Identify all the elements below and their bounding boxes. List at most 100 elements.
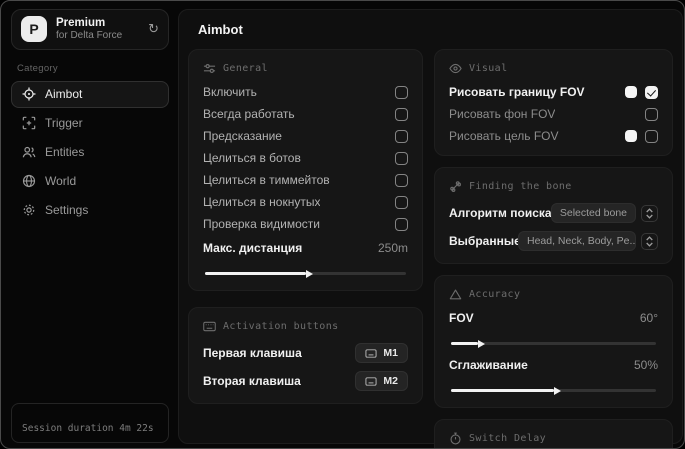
keybind-button-primary[interactable]: M1 bbox=[355, 343, 408, 363]
sidebar-item-label: Entities bbox=[45, 145, 85, 160]
setting-row-target-knocked: Целиться в нокнутых bbox=[203, 195, 408, 209]
setting-label: Включить bbox=[203, 85, 257, 99]
card-switch-delay: Switch Delay Задержка переключения Задер… bbox=[434, 419, 673, 448]
keybind-button-secondary[interactable]: M2 bbox=[355, 371, 408, 391]
fov-slider[interactable] bbox=[451, 342, 656, 345]
sidebar-item-trigger[interactable]: Trigger bbox=[11, 110, 169, 137]
keybind-row-secondary: Вторая клавиша M2 bbox=[203, 371, 408, 391]
keybind-value: M2 bbox=[383, 375, 398, 387]
chevron-up-down-icon[interactable] bbox=[641, 232, 658, 250]
eye-icon bbox=[449, 63, 462, 74]
card-general-title: General bbox=[223, 63, 268, 74]
checkbox-target-teammates[interactable] bbox=[395, 173, 408, 187]
sidebar-item-entities[interactable]: Entities bbox=[11, 139, 169, 166]
selected-bones-dropdown[interactable]: Head, Neck, Body, Pe... bbox=[518, 231, 636, 251]
max-distance-value: 250m bbox=[377, 241, 408, 255]
card-finding-bone: Finding the bone Алгоритм поиска кост Se… bbox=[434, 167, 673, 264]
setting-row-smoothing: Сглаживание 50% bbox=[449, 358, 658, 372]
gear-icon bbox=[23, 205, 35, 216]
triangle-icon bbox=[449, 289, 462, 300]
sidebar-item-label: Trigger bbox=[45, 116, 83, 131]
checkbox-draw-fov-target[interactable] bbox=[645, 129, 658, 143]
card-switch-delay-title: Switch Delay bbox=[469, 433, 547, 444]
card-activation-buttons: Activation buttons Первая клавиша M1 Вто… bbox=[188, 307, 423, 404]
keyboard-icon bbox=[203, 321, 216, 332]
main-panel: Aimbot General Включить Всегда работать … bbox=[178, 9, 683, 448]
sidebar-item-label: Aimbot bbox=[45, 87, 83, 102]
keybind-label: Вторая клавиша bbox=[203, 374, 301, 388]
keyboard-icon bbox=[365, 376, 377, 386]
checkbox-target-bots[interactable] bbox=[395, 151, 408, 165]
fov-value: 60° bbox=[639, 311, 658, 325]
card-switch-delay-header: Switch Delay bbox=[449, 432, 658, 445]
bone-icon bbox=[450, 181, 461, 192]
color-swatch[interactable] bbox=[625, 130, 637, 142]
bone-algorithm-dropdown[interactable]: Selected bone bbox=[550, 203, 636, 223]
keybind-label: Первая клавиша bbox=[203, 346, 302, 360]
checkbox-visibility-check[interactable] bbox=[395, 217, 408, 231]
setting-label: Всегда работать bbox=[203, 107, 295, 121]
card-general: General Включить Всегда работать Предска… bbox=[188, 49, 423, 291]
keybind-row-primary: Первая клавиша M1 bbox=[203, 343, 408, 363]
max-distance-slider[interactable] bbox=[205, 272, 406, 275]
sidebar-item-label: Settings bbox=[45, 203, 89, 218]
card-accuracy-header: Accuracy bbox=[449, 288, 658, 301]
smoothing-slider[interactable] bbox=[451, 389, 656, 392]
card-finding-bone-header: Finding the bone bbox=[449, 180, 658, 193]
setting-label: Макс. дистанция bbox=[203, 241, 303, 255]
setting-row-max-distance: Макс. дистанция 250m bbox=[203, 241, 408, 255]
setting-row-bone-algorithm: Алгоритм поиска кост Selected bone bbox=[449, 203, 658, 223]
setting-label: Целиться в ботов bbox=[203, 151, 301, 165]
keyboard-icon bbox=[365, 348, 377, 358]
checkbox-prediction[interactable] bbox=[395, 129, 408, 143]
setting-row-target-bots: Целиться в ботов bbox=[203, 151, 408, 165]
checkbox-draw-fov-background[interactable] bbox=[645, 107, 658, 121]
setting-row-always-work: Всегда работать bbox=[203, 107, 408, 121]
sidebar-item-aimbot[interactable]: Aimbot bbox=[11, 80, 169, 108]
card-visual-title: Visual bbox=[469, 63, 508, 74]
app-title: Premium bbox=[56, 17, 106, 29]
setting-label: Проверка видимости bbox=[203, 217, 320, 231]
setting-label: FOV bbox=[449, 311, 474, 325]
setting-label: Рисовать границу FOV bbox=[449, 85, 585, 99]
app-logo: P bbox=[21, 16, 47, 43]
setting-row-prediction: Предсказание bbox=[203, 129, 408, 143]
sidebar-item-settings[interactable]: Settings bbox=[11, 197, 169, 224]
sidebar-item-world[interactable]: World bbox=[11, 168, 169, 195]
card-activation-header: Activation buttons bbox=[203, 320, 408, 333]
checkbox-enable[interactable] bbox=[395, 85, 408, 99]
keybind-value: M1 bbox=[383, 347, 398, 359]
app-subtitle: for Delta Force bbox=[56, 30, 123, 42]
checkbox-always-work[interactable] bbox=[395, 107, 408, 121]
globe-icon bbox=[22, 175, 36, 188]
crosshair-icon bbox=[22, 87, 36, 101]
card-finding-bone-title: Finding the bone bbox=[469, 181, 572, 192]
setting-label: Предсказание bbox=[203, 129, 282, 143]
sliders-icon bbox=[203, 63, 216, 74]
card-accuracy: Accuracy FOV 60° Сглаживание 50% bbox=[434, 275, 673, 408]
setting-label: Выбранные кос bbox=[449, 234, 518, 248]
color-swatch[interactable] bbox=[625, 86, 637, 98]
card-visual-header: Visual bbox=[449, 62, 658, 75]
setting-row-target-teammates: Целиться в тиммейтов bbox=[203, 173, 408, 187]
setting-row-draw-fov-border: Рисовать границу FOV bbox=[449, 85, 658, 99]
sidebar-item-label: World bbox=[45, 174, 77, 189]
sidebar: P Premium for Delta Force ↻ Category Aim… bbox=[1, 1, 177, 448]
setting-label: Целиться в нокнутых bbox=[203, 195, 321, 209]
app-window: P Premium for Delta Force ↻ Category Aim… bbox=[0, 0, 685, 449]
setting-label: Рисовать цель FOV bbox=[449, 129, 559, 143]
setting-label: Алгоритм поиска кост bbox=[449, 206, 551, 220]
focus-icon bbox=[22, 117, 36, 130]
session-duration-text: Session duration 4m 22s bbox=[22, 423, 154, 434]
chevron-up-down-icon[interactable] bbox=[641, 204, 658, 222]
setting-row-visibility-check: Проверка видимости bbox=[203, 217, 408, 231]
app-header-text: Premium for Delta Force bbox=[56, 16, 139, 43]
checkbox-draw-fov-border[interactable] bbox=[645, 85, 658, 99]
page-title: Aimbot bbox=[198, 22, 243, 37]
card-accuracy-title: Accuracy bbox=[469, 289, 521, 300]
setting-label: Сглаживание bbox=[449, 358, 528, 372]
app-header: P Premium for Delta Force ↻ bbox=[11, 9, 169, 50]
refresh-icon[interactable]: ↻ bbox=[148, 21, 159, 37]
setting-row-enable: Включить bbox=[203, 85, 408, 99]
checkbox-target-knocked[interactable] bbox=[395, 195, 408, 209]
